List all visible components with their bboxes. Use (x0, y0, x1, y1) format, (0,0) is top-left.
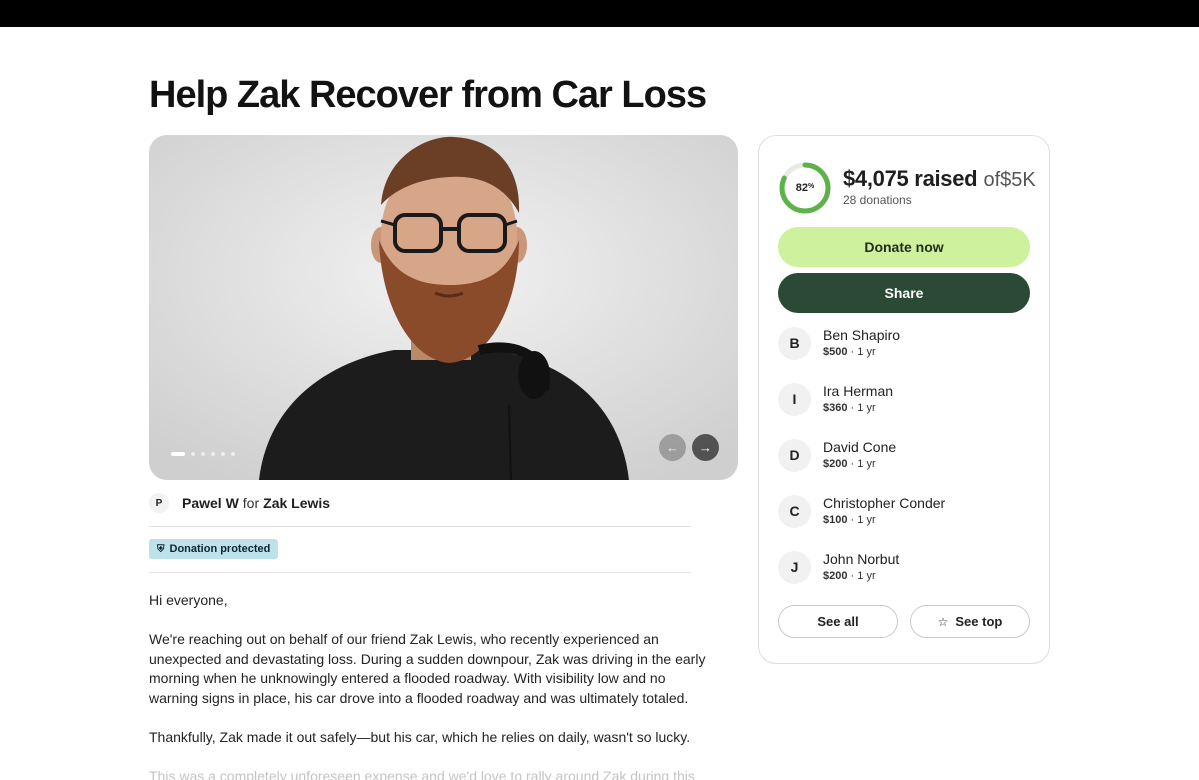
donor-meta: $360 · 1 yr (823, 400, 893, 416)
divider (149, 572, 691, 573)
organizer-name[interactable]: Pawel W (182, 495, 239, 511)
story-paragraph-faded: This was a completely unforeseen expense… (149, 768, 695, 780)
donor-avatar: B (778, 326, 811, 360)
carousel-dot[interactable] (221, 452, 225, 456)
top-bar (0, 0, 1199, 27)
donor-time: · 1 yr (850, 569, 876, 582)
donor-amount: $360 (823, 401, 848, 414)
donor-amount: $200 (823, 569, 848, 582)
donor-name: Christopher Conder (823, 494, 946, 511)
carousel-dot[interactable] (191, 452, 195, 456)
donor-avatar: J (778, 550, 811, 584)
donor-meta: $500 · 1 yr (823, 344, 900, 360)
percent-sign: % (808, 182, 815, 190)
carousel-dots[interactable] (171, 452, 235, 456)
donor-amount: $100 (823, 513, 848, 526)
beneficiary-name[interactable]: Zak Lewis (263, 495, 330, 511)
star-icon: ☆ (937, 614, 949, 629)
donor-avatar: I (778, 382, 811, 416)
see-all-button[interactable]: See all (778, 605, 898, 638)
shield-icon: ⛨ (157, 543, 165, 555)
organizer-for-text: for (242, 495, 260, 511)
raised-of: of (983, 169, 1001, 191)
donor-meta: $100 · 1 yr (823, 512, 945, 528)
donor-meta: $200 · 1 yr (823, 568, 899, 584)
donor-item: J John Norbut $200 · 1 yr (778, 550, 899, 584)
donation-count: 28 donations (843, 193, 912, 207)
story-greeting: Hi everyone, (149, 592, 228, 608)
organizer-avatar: P (149, 493, 169, 513)
story-text: Hi everyone, We're reaching out on behal… (149, 591, 709, 780)
donor-name: Ben Shapiro (823, 326, 901, 343)
donor-name: Ira Herman (823, 382, 894, 399)
donor-time: · 1 yr (850, 345, 876, 358)
donor-item: B Ben Shapiro $500 · 1 yr (778, 326, 900, 360)
carousel-next-button[interactable]: → (692, 434, 719, 461)
donation-card: 82% $4,075 raised of$5K 28 donations Don… (758, 135, 1050, 664)
donor-avatar: D (778, 438, 811, 472)
carousel-dot[interactable] (231, 452, 235, 456)
goal-amount: $5K (1000, 169, 1036, 191)
share-button[interactable]: Share (778, 273, 1030, 313)
donate-now-button[interactable]: Donate now (778, 227, 1030, 267)
arrow-right-icon: → (699, 440, 712, 455)
carousel-prev-button[interactable]: ← (659, 434, 686, 461)
badge-label: Donation protected (169, 543, 271, 555)
donation-protected-badge[interactable]: ⛨ Donation protected (149, 539, 279, 559)
donor-name: David Cone (823, 438, 897, 455)
donor-time: · 1 yr (850, 513, 876, 526)
story-paragraph: We're reaching out on behalf of our frie… (149, 631, 706, 706)
donor-time: · 1 yr (850, 401, 876, 414)
carousel-dot[interactable] (201, 452, 205, 456)
donor-amount: $500 (823, 345, 848, 358)
arrow-left-icon: ← (666, 440, 679, 455)
donor-name: John Norbut (823, 550, 900, 567)
page-title: Help Zak Recover from Car Loss (149, 74, 707, 116)
progress-ring: 82% (779, 162, 831, 214)
see-top-button[interactable]: ☆ See top (910, 605, 1030, 638)
organizer-line: P Pawel W for Zak Lewis (149, 492, 330, 514)
progress-percent: 82% (779, 162, 831, 214)
donor-amount: $200 (823, 457, 848, 470)
hero-media-carousel[interactable]: ← → (149, 135, 738, 480)
carousel-dot[interactable] (171, 452, 185, 456)
donor-item: I Ira Herman $360 · 1 yr (778, 382, 893, 416)
divider (149, 526, 691, 527)
hero-photo (149, 135, 738, 480)
see-top-label: See top (955, 614, 1003, 629)
donor-item: D David Cone $200 · 1 yr (778, 438, 896, 472)
carousel-dot[interactable] (211, 452, 215, 456)
percent-value: 82 (795, 182, 808, 194)
donor-meta: $200 · 1 yr (823, 456, 896, 472)
donor-time: · 1 yr (850, 457, 876, 470)
story-paragraph: Thankfully, Zak made it out safely—but h… (149, 729, 691, 746)
raised-amount: $4,075 raised (843, 166, 978, 191)
donor-avatar: C (778, 494, 811, 528)
donor-item: C Christopher Conder $100 · 1 yr (778, 494, 945, 528)
raised-summary: $4,075 raised of$5K (843, 166, 1036, 192)
